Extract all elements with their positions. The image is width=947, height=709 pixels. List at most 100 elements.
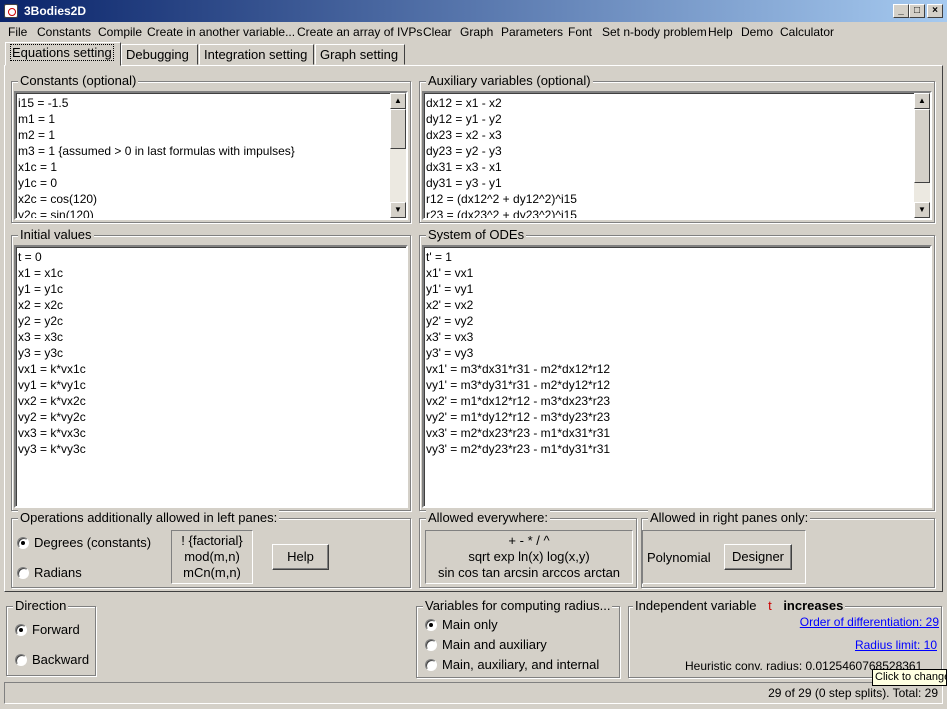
menu-compile[interactable]: Compile xyxy=(98,25,142,39)
radius-limit-link[interactable]: Radius limit: 10 xyxy=(855,638,937,652)
scroll-thumb[interactable] xyxy=(914,109,930,183)
initial-values-editor[interactable]: t = 0 x1 = x1c y1 = y1c x2 = x2c y2 = y2… xyxy=(14,245,408,508)
menu-demo[interactable]: Demo xyxy=(741,25,773,39)
forward-radio[interactable] xyxy=(15,624,27,636)
menu-help[interactable]: Help xyxy=(708,25,733,39)
menu-create-in-another-variable[interactable]: Create in another variable... xyxy=(147,25,295,39)
independent-state[interactable]: increases xyxy=(783,598,843,613)
tab-label: Equations setting xyxy=(10,44,114,61)
auxiliary-editor[interactable]: dx12 = x1 - x2 dy12 = y1 - y2 dx23 = x2 … xyxy=(422,91,932,220)
constants-title: Constants (optional) xyxy=(18,73,139,88)
tab-debugging[interactable]: Debugging xyxy=(121,44,198,65)
menu-graph[interactable]: Graph xyxy=(460,25,493,39)
code-line: vy1' = m3*dy31*r31 - m2*dy12*r12 xyxy=(426,378,611,392)
main-aux-int-radio[interactable] xyxy=(425,659,437,671)
odes-lines: t' = 1 x1' = vx1 y1' = vy1 x2' = vx2 y2'… xyxy=(426,249,610,457)
code-line: vy1 = k*vy1c xyxy=(18,378,86,392)
polynomial-label: Polynomial xyxy=(647,550,711,565)
left-functions-box: ! {factorial} mod(m,n) mCn(m,n) xyxy=(171,530,253,584)
code-line: y1c = 0 xyxy=(18,176,58,190)
window-title: 3Bodies2D xyxy=(24,4,87,18)
help-button[interactable]: Help xyxy=(272,544,329,570)
code-line: x2' = vx2 xyxy=(426,298,474,312)
tab-integration-setting[interactable]: Integration setting xyxy=(199,44,314,65)
code-line: dx23 = x2 - x3 xyxy=(426,128,502,142)
code-line: y1 = y1c xyxy=(18,282,64,296)
scroll-down-icon[interactable]: ▼ xyxy=(390,202,406,218)
designer-button[interactable]: Designer xyxy=(724,544,792,570)
auxiliary-title: Auxiliary variables (optional) xyxy=(426,73,593,88)
tab-graph-setting[interactable]: Graph setting xyxy=(315,44,405,65)
tab-equations-setting[interactable]: Equations setting xyxy=(5,42,121,66)
tooltip: Click to change xyxy=(872,669,947,686)
constants-lines: i15 = -1.5 m1 = 1 m2 = 1 m3 = 1 {assumed… xyxy=(18,95,295,220)
direction-group: Direction Forward Backward xyxy=(6,598,96,676)
main-aux-label[interactable]: Main and auxiliary xyxy=(442,637,547,652)
code-line: r23 = (dx23^2 + dy23^2)^i15 xyxy=(426,208,577,220)
menu-constants[interactable]: Constants xyxy=(37,25,91,39)
constants-scrollbar[interactable]: ▲ ▼ xyxy=(390,93,406,218)
order-of-differentiation-link[interactable]: Order of differentiation: 29 xyxy=(800,615,939,629)
backward-label[interactable]: Backward xyxy=(32,652,89,667)
auxiliary-group: Auxiliary variables (optional) dx12 = x1… xyxy=(419,73,935,223)
odes-title: System of ODEs xyxy=(426,227,527,242)
minimize-button[interactable]: _ xyxy=(893,4,909,18)
allowed-everywhere-group: Allowed everywhere: + - * / ^ sqrt exp l… xyxy=(419,510,637,588)
code-line: dy31 = y3 - y1 xyxy=(426,176,502,190)
main-aux-int-label[interactable]: Main, auxiliary, and internal xyxy=(442,657,599,672)
auxiliary-scrollbar[interactable]: ▲ ▼ xyxy=(914,93,930,218)
code-line: vx3 = k*vx3c xyxy=(18,426,86,440)
code-line: x3 = x3c xyxy=(18,330,64,344)
forward-label[interactable]: Forward xyxy=(32,622,80,637)
independent-var[interactable]: t xyxy=(768,598,772,613)
code-line: vx2' = m1*dx12*r12 - m3*dx23*r23 xyxy=(426,394,611,408)
scroll-up-icon[interactable]: ▲ xyxy=(390,93,406,109)
code-line: vx1 = k*vx1c xyxy=(18,362,86,376)
menu-bar: File Constants Compile Create in another… xyxy=(0,22,947,42)
main-only-radio[interactable] xyxy=(425,619,437,631)
degrees-radio[interactable] xyxy=(17,537,29,549)
maximize-button[interactable]: □ xyxy=(909,4,925,18)
constants-editor[interactable]: i15 = -1.5 m1 = 1 m2 = 1 m3 = 1 {assumed… xyxy=(14,91,408,220)
independent-title-text: Independent variable xyxy=(635,598,757,613)
main-aux-radio[interactable] xyxy=(425,639,437,651)
app-icon[interactable] xyxy=(4,4,18,18)
code-line: x3' = vx3 xyxy=(426,330,474,344)
code-line: x1 = x1c xyxy=(18,266,64,280)
scroll-up-icon[interactable]: ▲ xyxy=(914,93,930,109)
odes-group: System of ODEs t' = 1 x1' = vx1 y1' = vy… xyxy=(419,227,935,511)
odes-editor[interactable]: t' = 1 x1' = vx1 y1' = vy1 x2' = vx2 y2'… xyxy=(422,245,932,508)
code-line: x2c = cos(120) xyxy=(18,192,98,206)
allowed-right-title: Allowed in right panes only: xyxy=(648,510,811,525)
scroll-thumb[interactable] xyxy=(390,109,406,149)
initial-values-title: Initial values xyxy=(18,227,94,242)
code-line: vy2' = m1*dy12*r12 - m3*dy23*r23 xyxy=(426,410,611,424)
ops-left-group: Operations additionally allowed in left … xyxy=(11,510,411,588)
menu-calculator[interactable]: Calculator xyxy=(780,25,834,39)
independent-variable-title: Independent variable t increases xyxy=(633,598,846,613)
menu-set-n-body-problem[interactable]: Set n-body problem xyxy=(602,25,707,39)
functions-label-1: sqrt exp ln(x) log(x,y) xyxy=(468,549,590,564)
auxiliary-lines: dx12 = x1 - x2 dy12 = y1 - y2 dx23 = x2 … xyxy=(426,95,577,220)
menu-parameters[interactable]: Parameters xyxy=(501,25,563,39)
menu-file[interactable]: File xyxy=(8,25,27,39)
code-line: y3 = y3c xyxy=(18,346,64,360)
code-line: y2c = sin(120) xyxy=(18,208,94,220)
code-line: dy23 = y2 - y3 xyxy=(426,144,502,158)
functions-label-2: sin cos tan arcsin arccos arctan xyxy=(437,565,621,580)
backward-radio[interactable] xyxy=(15,654,27,666)
radians-label[interactable]: Radians xyxy=(34,565,82,580)
main-only-label[interactable]: Main only xyxy=(442,617,498,632)
title-bar: 3Bodies2D _ □ × xyxy=(0,0,947,22)
menu-font[interactable]: Font xyxy=(568,25,592,39)
menu-clear[interactable]: Clear xyxy=(423,25,452,39)
allowed-right-box: Polynomial Designer xyxy=(642,530,806,584)
menu-create-array-of-ivps[interactable]: Create an array of IVPs xyxy=(297,25,422,39)
radians-radio[interactable] xyxy=(17,567,29,579)
scroll-down-icon[interactable]: ▼ xyxy=(914,202,930,218)
code-line: t' = 1 xyxy=(426,250,452,264)
close-button[interactable]: × xyxy=(927,4,943,18)
code-line: dx12 = x1 - x2 xyxy=(426,96,502,110)
status-bar: 29 of 29 (0 step splits). Total: 29 xyxy=(4,682,943,704)
degrees-label[interactable]: Degrees (constants) xyxy=(34,535,151,550)
